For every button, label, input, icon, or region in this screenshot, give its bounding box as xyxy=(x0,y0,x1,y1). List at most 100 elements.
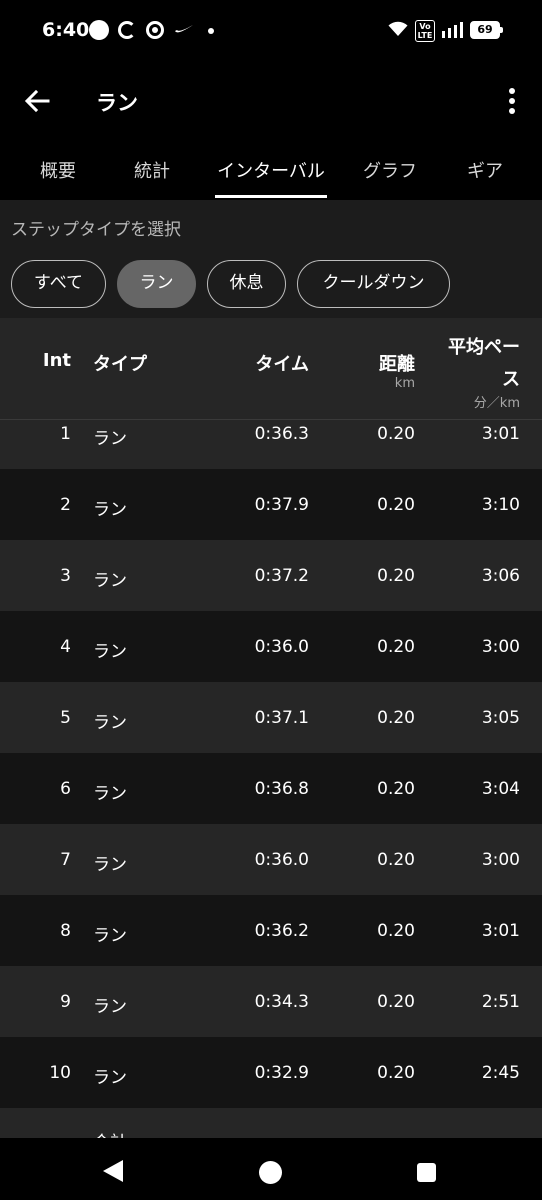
cell-pace: 3:00 xyxy=(481,850,520,870)
cell-time: 0:36.8 xyxy=(254,779,309,799)
tab-active-indicator xyxy=(215,195,327,198)
header-distance-unit: km xyxy=(394,376,415,391)
table-row[interactable]: 3 ラン 0:37.2 0.20 3:06 xyxy=(0,540,542,611)
signal-icon xyxy=(442,22,463,38)
cell-distance: 0.20 xyxy=(377,708,415,728)
tab-overview[interactable]: 概要 xyxy=(38,157,78,183)
cell-int: 5 xyxy=(60,708,71,728)
cell-pace: 3:10 xyxy=(481,495,520,515)
header-distance[interactable]: 距離 xyxy=(379,350,415,376)
cell-type: ラン xyxy=(93,855,127,875)
chip-cooldown[interactable]: クールダウン xyxy=(297,260,450,308)
cell-distance: 0.20 xyxy=(377,1063,415,1083)
cell-type: ラン xyxy=(93,784,127,804)
cell-pace: 3:05 xyxy=(481,708,520,728)
header-pace-cont: ス xyxy=(502,369,520,390)
cell-time: 0:36.2 xyxy=(254,921,309,941)
tab-stats[interactable]: 統計 xyxy=(132,157,172,183)
chip-run[interactable]: ラン xyxy=(117,260,196,308)
nav-back-icon[interactable] xyxy=(103,1160,123,1182)
cell-time: 0:36.3 xyxy=(254,424,309,444)
table-row[interactable]: 8 ラン 0:36.2 0.20 3:01 xyxy=(0,895,542,966)
intervals-table[interactable]: 1 ラン 0:36.3 0.20 3:01 2 ラン 0:37.9 0.20 3… xyxy=(0,420,542,1138)
more-vertical-icon[interactable] xyxy=(500,86,524,116)
cell-type: ラン xyxy=(93,926,127,946)
cell-type: 合計 xyxy=(93,1128,127,1138)
cell-distance: 0.20 xyxy=(377,921,415,941)
header-time[interactable]: タイム xyxy=(255,350,309,376)
cell-distance: 0.20 xyxy=(377,495,415,515)
cell-time: 0:37.9 xyxy=(254,495,309,515)
cell-type: ラン xyxy=(93,642,127,662)
cell-time: 0:37.1 xyxy=(254,708,309,728)
table-row[interactable]: 7 ラン 0:36.0 0.20 3:00 xyxy=(0,824,542,895)
cell-type: ラン xyxy=(93,713,127,733)
cell-int: 9 xyxy=(60,992,71,1012)
nike-swoosh-icon xyxy=(175,25,193,33)
table-row[interactable]: 2 ラン 0:37.9 0.20 3:10 xyxy=(0,469,542,540)
table-row[interactable]: 9 ラン 0:34.3 0.20 2:51 xyxy=(0,966,542,1037)
cell-time: 0:36.0 xyxy=(254,637,309,657)
cell-time: 0:32.9 xyxy=(254,1063,309,1083)
cell-int: 10 xyxy=(49,1063,71,1083)
more-notifications-dot-icon xyxy=(208,28,214,34)
cell-pace: 3:01 xyxy=(481,424,520,444)
table-row-total[interactable]: 合計 xyxy=(0,1108,542,1138)
cell-pace: 3:06 xyxy=(481,566,520,586)
cell-distance: 0.20 xyxy=(377,779,415,799)
cell-distance: 0.20 xyxy=(377,424,415,444)
nav-home-icon[interactable] xyxy=(259,1161,282,1184)
cell-int: 4 xyxy=(60,637,71,657)
cell-pace: 2:45 xyxy=(481,1063,520,1083)
cell-time: 0:34.3 xyxy=(254,992,309,1012)
cell-type: ラン xyxy=(93,1068,127,1088)
tab-intervals[interactable]: インターバル xyxy=(215,157,327,183)
sync-icon xyxy=(118,21,136,39)
header-type[interactable]: タイプ xyxy=(93,350,147,376)
filter-label: ステップタイプを選択 xyxy=(11,220,181,240)
table-row[interactable]: 4 ラン 0:36.0 0.20 3:00 xyxy=(0,611,542,682)
battery-icon: 69 xyxy=(470,21,503,39)
volte-label: Vo LTE xyxy=(417,22,433,40)
wifi-icon xyxy=(388,21,408,36)
table-row[interactable]: 6 ラン 0:36.8 0.20 3:04 xyxy=(0,753,542,824)
volte-icon: Vo LTE xyxy=(415,20,435,42)
cell-type: ラン xyxy=(93,571,127,591)
cell-type: ラン xyxy=(93,997,127,1017)
cell-int: 3 xyxy=(60,566,71,586)
cell-distance: 0.20 xyxy=(377,637,415,657)
table-header: Int タイプ タイム 距離 km 平均ペー ス 分／km xyxy=(0,318,542,420)
cell-int: 2 xyxy=(60,495,71,515)
cell-pace: 3:04 xyxy=(481,779,520,799)
arrow-left-icon[interactable] xyxy=(22,86,52,116)
tab-gear[interactable]: ギア xyxy=(465,157,505,183)
table-row[interactable]: 10 ラン 0:32.9 0.20 2:45 xyxy=(0,1037,542,1108)
cell-int: 7 xyxy=(60,850,71,870)
cell-distance: 0.20 xyxy=(377,992,415,1012)
step-type-filter: ステップタイプを選択 すべて ラン 休息 クールダウン xyxy=(0,200,542,318)
app-header: ラン xyxy=(0,62,542,140)
cell-pace: 2:51 xyxy=(481,992,520,1012)
status-time: 6:40 xyxy=(42,19,90,41)
notification-dot-icon xyxy=(89,20,109,40)
camera-icon xyxy=(146,21,164,39)
tab-graph[interactable]: グラフ xyxy=(360,157,420,183)
cell-int: 8 xyxy=(60,921,71,941)
header-int[interactable]: Int xyxy=(43,350,71,371)
table-row[interactable]: 5 ラン 0:37.1 0.20 3:05 xyxy=(0,682,542,753)
nav-recents-icon[interactable] xyxy=(417,1163,436,1182)
table-row[interactable]: 1 ラン 0:36.3 0.20 3:01 xyxy=(0,420,542,469)
cell-type: ラン xyxy=(93,500,127,520)
header-pace[interactable]: 平均ペー xyxy=(448,333,520,359)
chip-rest[interactable]: 休息 xyxy=(207,260,286,308)
status-bar: 6:40 Vo LTE 69 xyxy=(0,0,542,62)
cell-pace: 3:00 xyxy=(481,637,520,657)
battery-level: 69 xyxy=(477,23,493,36)
page-title: ラン xyxy=(96,91,138,115)
cell-time: 0:36.0 xyxy=(254,850,309,870)
cell-int: 1 xyxy=(60,424,71,444)
chip-all[interactable]: すべて xyxy=(11,260,106,308)
cell-pace: 3:01 xyxy=(481,921,520,941)
cell-time: 0:37.2 xyxy=(254,566,309,586)
cell-distance: 0.20 xyxy=(377,566,415,586)
